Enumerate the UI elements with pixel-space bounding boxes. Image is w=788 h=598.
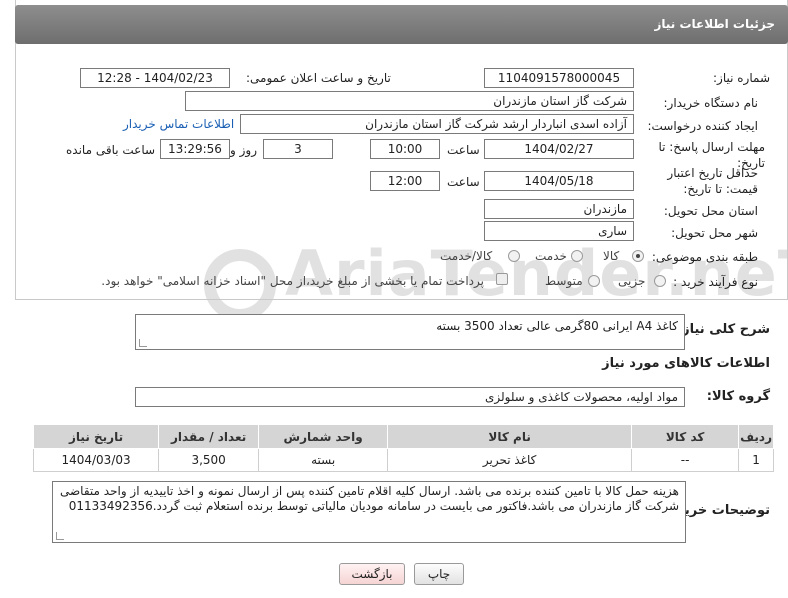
- category-label: طبقه بندی موضوعی:: [651, 250, 758, 264]
- days-field: 3: [263, 139, 333, 159]
- reply-time-field: 10:00: [370, 139, 440, 159]
- category-radio-service[interactable]: [571, 250, 583, 262]
- cell-date: 1404/03/03: [32, 448, 160, 472]
- category-option-service: خدمت: [535, 249, 567, 263]
- goods-table-header: ردیف کد کالا نام کالا واحد شمارش تعداد /…: [32, 424, 774, 449]
- cell-unit: بسته: [258, 448, 389, 472]
- price-time-field: 12:00: [370, 171, 440, 191]
- buyer-notes-textarea[interactable]: هزینه حمل کالا با تامین کننده برنده می ب…: [52, 481, 686, 543]
- col-qty: تعداد / مقدار: [158, 424, 260, 449]
- city-field: ساری: [484, 221, 634, 241]
- announce-field: 1404/02/23 - 12:28: [80, 68, 230, 88]
- province-label: استان محل تحویل:: [663, 204, 758, 218]
- category-radio-goods[interactable]: [632, 250, 644, 262]
- col-code: کد کالا: [631, 424, 740, 449]
- goods-table: ردیف کد کالا نام کالا واحد شمارش تعداد /…: [32, 424, 774, 472]
- announce-label: تاریخ و ساعت اعلان عمومی:: [246, 71, 391, 85]
- days-label: روز و: [230, 143, 257, 157]
- contact-info-link[interactable]: اطلاعات تماس خریدار: [123, 117, 234, 131]
- reply-date-field: 1404/02/27: [484, 139, 634, 159]
- remaining-time-field: 13:29:56: [160, 139, 230, 159]
- process-radio-medium[interactable]: [588, 275, 600, 287]
- creator-label: ایجاد کننده درخواست:: [647, 119, 758, 133]
- print-button[interactable]: چاپ: [414, 563, 464, 585]
- resize-handle-icon[interactable]: [56, 532, 64, 540]
- cell-row: 1: [738, 448, 774, 472]
- process-option-medium: متوسط: [545, 274, 583, 288]
- col-row: ردیف: [738, 424, 774, 449]
- need-number-field: 1104091578000045: [484, 68, 634, 88]
- buyer-org-label: نام دستگاه خریدار:: [663, 96, 759, 110]
- goods-group-field: مواد اولیه، محصولات کاغذی و سلولزی: [135, 387, 685, 407]
- process-radio-minor[interactable]: [654, 275, 666, 287]
- col-date: تاریخ نیاز: [32, 424, 160, 449]
- category-option-both: کالا/خدمت: [440, 249, 493, 263]
- treasury-payment-note: پرداخت تمام یا بخشی از مبلغ خرید،از محل …: [101, 274, 484, 288]
- treasury-payment-checkbox[interactable]: [496, 273, 508, 285]
- buyer-notes-text: هزینه حمل کالا با تامین کننده برنده می ب…: [59, 484, 679, 513]
- table-row: 1 -- کاغذ تحریر بسته 3,500 1404/03/03: [32, 448, 774, 472]
- cell-qty: 3,500: [158, 448, 260, 472]
- province-field: مازندران: [484, 199, 634, 219]
- city-label: شهر محل تحویل:: [671, 226, 758, 240]
- description-label: شرح کلی نیاز:: [676, 322, 770, 337]
- description-textarea[interactable]: کاغذ A4 ایرانی 80گرمی عالی تعداد 3500 بس…: [135, 314, 685, 350]
- page-title: جزئیات اطلاعات نیاز: [654, 17, 775, 31]
- col-unit: واحد شمارش: [258, 424, 389, 449]
- category-radio-both[interactable]: [508, 250, 520, 262]
- goods-section-title: اطلاعات کالاهای مورد نیاز: [602, 356, 770, 371]
- creator-field: آزاده اسدی انباردار ارشد شرکت گاز استان …: [240, 114, 634, 134]
- goods-group-label: گروه کالا:: [706, 389, 770, 404]
- price-deadline-label: حداقل تاریخ اعتبار قیمت: تا تاریخ:: [667, 166, 758, 196]
- buyer-org-field: شرکت گاز استان مازندران: [185, 91, 634, 111]
- process-label: نوع فرآیند خرید :: [673, 275, 758, 289]
- cell-code: --: [631, 448, 740, 472]
- cell-name: کاغذ تحریر: [387, 448, 633, 472]
- reply-time-label: ساعت: [447, 143, 480, 157]
- resize-handle-icon[interactable]: [139, 339, 147, 347]
- need-number-label: شماره نیاز:: [713, 71, 770, 85]
- price-date-field: 1404/05/18: [484, 171, 634, 191]
- process-option-minor: جزیی: [618, 274, 646, 288]
- remaining-label: ساعت باقی مانده: [66, 143, 156, 157]
- back-button[interactable]: بازگشت: [339, 563, 405, 585]
- col-name: نام کالا: [387, 424, 633, 449]
- description-text: کاغذ A4 ایرانی 80گرمی عالی تعداد 3500 بس…: [436, 319, 678, 333]
- price-time-label: ساعت: [447, 175, 480, 189]
- category-option-goods: کالا: [603, 249, 620, 263]
